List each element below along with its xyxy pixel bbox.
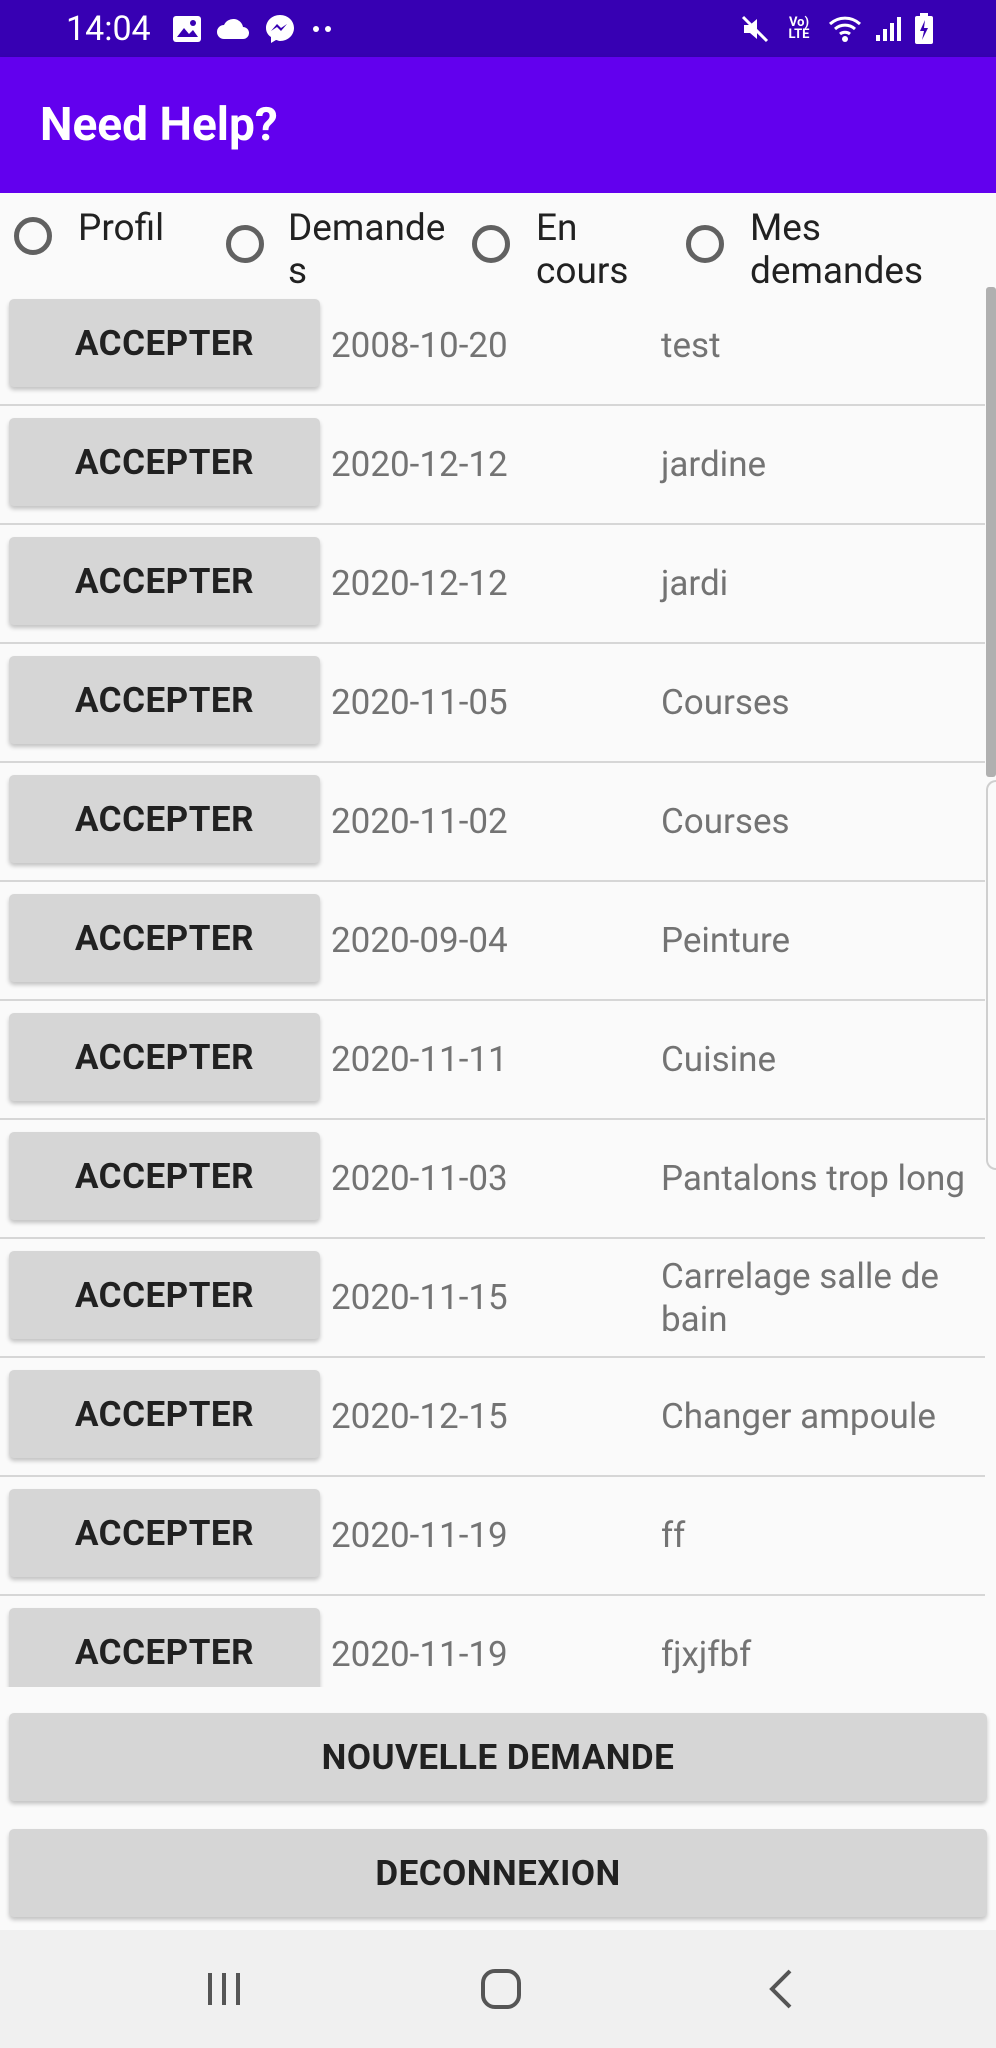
more-dots-icon — [310, 24, 336, 34]
list-item: ACCEPTER 2020-11-02 Courses — [0, 763, 985, 882]
volte-label: Vo) LTE — [788, 15, 810, 42]
request-date: 2020-11-02 — [331, 801, 508, 842]
list-item: ACCEPTER 2020-09-04 Peinture — [0, 882, 985, 1001]
cloud-icon — [216, 17, 250, 41]
back-icon[interactable] — [736, 1952, 826, 2026]
image-icon — [172, 15, 202, 43]
list-item: ACCEPTER 2020-11-19 ff — [0, 1477, 985, 1596]
request-date: 2020-12-15 — [331, 1396, 508, 1437]
tab-radio-group: Profil Demandes En cours Mes demandes — [0, 193, 996, 285]
accept-button[interactable]: ACCEPTER — [9, 299, 320, 387]
radio-circle-icon — [14, 217, 52, 255]
list-scrollbar-thumb[interactable] — [986, 287, 996, 777]
accept-button[interactable]: ACCEPTER — [9, 656, 320, 744]
status-time: 14:04 — [66, 9, 151, 49]
accept-button[interactable]: ACCEPTER — [9, 1132, 320, 1220]
request-title: fjxjfbf — [661, 1634, 752, 1675]
request-date: 2020-11-15 — [331, 1277, 508, 1318]
request-title: Carrelage salle de bain — [661, 1255, 939, 1340]
request-date: 2020-12-12 — [331, 444, 508, 485]
list-item: ACCEPTER 2008-10-20 test — [0, 287, 985, 406]
radio-circle-icon — [686, 225, 724, 263]
radio-label-mes-demandes: Mes demandes — [750, 207, 924, 285]
list-item: ACCEPTER 2020-11-11 Cuisine — [0, 1001, 985, 1120]
request-date: 2020-11-03 — [331, 1158, 508, 1199]
accept-button[interactable]: ACCEPTER — [9, 1251, 320, 1339]
request-date: 2020-11-05 — [331, 682, 508, 723]
radio-label-demandes: Demandes — [288, 207, 446, 285]
radio-label-profil: Profil — [78, 207, 165, 250]
request-date: 2020-11-19 — [331, 1515, 508, 1556]
radio-circle-icon — [472, 225, 510, 263]
request-title: jardi — [661, 563, 729, 604]
request-title: Courses — [661, 801, 790, 842]
app-title: Need Help? — [40, 98, 278, 152]
edge-panel-handle[interactable] — [986, 780, 996, 1170]
app-bar: Need Help? — [0, 57, 996, 193]
request-date: 2020-11-19 — [331, 1634, 508, 1675]
signal-icon — [874, 15, 902, 43]
system-nav-bar — [0, 1930, 996, 2048]
request-title: Cuisine — [661, 1039, 777, 1080]
list-item: ACCEPTER 2020-11-05 Courses — [0, 644, 985, 763]
home-icon[interactable] — [456, 1952, 546, 2026]
accept-button[interactable]: ACCEPTER — [9, 537, 320, 625]
request-title: Changer ampoule — [661, 1396, 936, 1437]
request-title: ff — [661, 1515, 686, 1556]
accept-button[interactable]: ACCEPTER — [9, 418, 320, 506]
request-list[interactable]: ACCEPTER 2008-10-20 test ACCEPTER 2020-1… — [0, 287, 985, 1687]
status-icons-left — [172, 10, 336, 48]
battery-icon — [914, 13, 934, 45]
recents-icon[interactable] — [179, 1952, 269, 2026]
radio-label-en-cours: En cours — [536, 207, 629, 285]
status-icons-right: Vo) LTE — [740, 10, 934, 48]
list-item: ACCEPTER 2020-11-19 fjxjfbf — [0, 1596, 985, 1687]
messenger-icon — [264, 13, 296, 45]
request-date: 2020-12-12 — [331, 563, 508, 604]
request-title: Courses — [661, 682, 790, 723]
request-title: jardine — [661, 444, 767, 485]
accept-button[interactable]: ACCEPTER — [9, 1370, 320, 1458]
accept-button[interactable]: ACCEPTER — [9, 1608, 320, 1687]
mute-icon — [740, 14, 770, 44]
accept-button[interactable]: ACCEPTER — [9, 1489, 320, 1577]
request-date: 2020-11-11 — [331, 1039, 508, 1080]
radio-circle-icon — [226, 225, 264, 263]
list-item: ACCEPTER 2020-12-12 jardi — [0, 525, 985, 644]
request-title: test — [661, 325, 721, 366]
list-item: ACCEPTER 2020-11-03 Pantalons trop long — [0, 1120, 985, 1239]
new-request-button[interactable]: NOUVELLE DEMANDE — [9, 1713, 987, 1801]
request-date: 2020-09-04 — [331, 920, 508, 961]
request-date: 2008-10-20 — [331, 325, 508, 366]
volte-icon: Vo) LTE — [782, 15, 816, 42]
accept-button[interactable]: ACCEPTER — [9, 894, 320, 982]
request-title: Pantalons trop long — [661, 1158, 966, 1199]
list-item: ACCEPTER 2020-12-12 jardine — [0, 406, 985, 525]
request-title: Peinture — [661, 920, 791, 961]
logout-button[interactable]: DECONNEXION — [9, 1829, 987, 1917]
accept-button[interactable]: ACCEPTER — [9, 775, 320, 863]
status-bar: 14:04 Vo) LTE — [0, 0, 996, 57]
accept-button[interactable]: ACCEPTER — [9, 1013, 320, 1101]
list-item: ACCEPTER 2020-11-15 Carrelage salle de b… — [0, 1239, 985, 1358]
wifi-icon — [828, 14, 862, 44]
list-item: ACCEPTER 2020-12-15 Changer ampoule — [0, 1358, 985, 1477]
